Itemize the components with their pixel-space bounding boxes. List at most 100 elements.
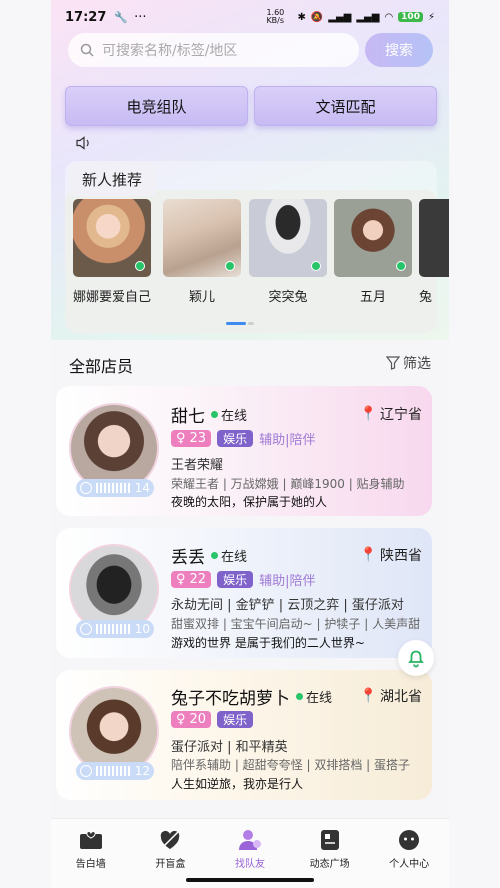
mute-icon: 🔕 xyxy=(310,11,324,23)
play-icon xyxy=(80,765,92,777)
age-tag: ♀ 20 xyxy=(171,711,212,728)
online-dot xyxy=(211,411,218,418)
bell-icon xyxy=(408,650,424,668)
signal-icon: ▂▄▆ xyxy=(328,11,352,23)
wrench-icon: 🔧 xyxy=(114,10,129,24)
role-tags: 辅助|陪伴 xyxy=(259,433,316,448)
location-label: 湖北省 xyxy=(380,689,422,705)
carousel-indicator-active xyxy=(226,322,246,325)
charging-icon: ⚡ xyxy=(427,11,435,23)
online-label: 在线 xyxy=(221,550,248,565)
staff-name: 兔子不吃胡萝卜 xyxy=(171,689,290,709)
waveform-icon xyxy=(96,624,131,634)
nav-label: 个人中心 xyxy=(389,859,430,870)
carousel-indicator xyxy=(248,322,254,325)
new-recommend-item[interactable]: 颖儿 xyxy=(163,199,241,305)
signal2-icon: ▂▄▆ xyxy=(356,11,380,23)
female-icon: ♀ xyxy=(176,431,186,446)
status-bar: 17:27 🔧 ··· 1.60 KB/s ✱ 🔕 ▂▄▆ ▂▄▆ ◠ 100 … xyxy=(51,0,449,34)
motto: 人生如逆旅，我亦是行人 xyxy=(171,777,304,791)
female-icon: ♀ xyxy=(176,572,186,587)
user-photo xyxy=(163,199,241,277)
voice-intro-button[interactable]: 10 xyxy=(76,620,154,638)
staff-name: 甜七 xyxy=(171,407,205,427)
new-recommend-item[interactable]: 突突兔 xyxy=(249,199,327,305)
online-dot xyxy=(396,261,406,271)
online-dot xyxy=(296,693,303,700)
age-label: 23 xyxy=(189,431,207,446)
location: 📍 辽宁省 xyxy=(360,404,422,424)
staff-card[interactable]: 14 甜七 在线 📍 辽宁省 ♀ 23 娱乐 辅助|陪伴 王者荣耀 荣耀王者 | 万… xyxy=(56,386,432,516)
motto: 夜晚的太阳，保护属于她的人 xyxy=(171,495,328,509)
voice-seconds: 10 xyxy=(134,622,150,636)
online-label: 在线 xyxy=(306,691,333,706)
status-time: 17:27 xyxy=(65,9,107,25)
new-recommend-name: 五月 xyxy=(359,290,386,305)
staff-card[interactable]: 10 丢丢 在线 📍 陕西省 ♀ 22 娱乐 辅助|陪伴 永劫无间 | 金铲铲 | … xyxy=(56,528,432,658)
blind-box-icon xyxy=(158,829,182,851)
user-photo xyxy=(419,199,449,277)
new-recommend-item[interactable]: 五月 xyxy=(334,199,412,305)
user-photo xyxy=(334,199,412,277)
online-label: 在线 xyxy=(221,409,248,424)
skills: 荣耀王者 | 万战嫦娥 | 巅峰1900 | 贴身辅助 xyxy=(171,477,405,491)
net-speed: 1.60 KB/s xyxy=(266,8,285,25)
filter-button[interactable]: 筛选 xyxy=(386,353,431,373)
nav-item-profile[interactable]: 个人中心 xyxy=(369,819,449,888)
new-recommend-name: 颖儿 xyxy=(188,290,215,305)
online-dot xyxy=(211,552,218,559)
online-status: 在线 xyxy=(296,687,332,706)
profile-icon xyxy=(397,829,421,851)
speaker-icon[interactable] xyxy=(76,136,92,150)
new-recommend-name: 娜娜要爱自己 xyxy=(73,290,152,305)
skills: 甜蜜双排 | 宝宝午间启动~ | 护犊子 | 人美声甜... xyxy=(171,617,421,631)
waveform-icon xyxy=(96,766,131,776)
filter-label: 筛选 xyxy=(403,356,431,372)
voice-seconds: 14 xyxy=(134,481,150,495)
location-label: 辽宁省 xyxy=(380,407,422,423)
filter-icon xyxy=(386,356,400,370)
nav-item-confession-wall[interactable]: 告白墙 xyxy=(51,819,131,888)
search-button[interactable]: 搜索 xyxy=(365,33,433,67)
app-screen: 17:27 🔧 ··· 1.60 KB/s ✱ 🔕 ▂▄▆ ▂▄▆ ◠ 100 … xyxy=(51,0,449,888)
home-indicator xyxy=(186,878,314,882)
voice-seconds: 12 xyxy=(134,764,150,778)
staff-name: 丢丢 xyxy=(171,548,205,568)
voice-intro-button[interactable]: 14 xyxy=(76,479,154,497)
new-recommend-item[interactable]: 兔 xyxy=(419,199,449,305)
online-dot xyxy=(311,261,321,271)
all-staff-title: 全部店员 xyxy=(69,357,134,376)
search-input[interactable]: 可搜索名称/标签/地区 xyxy=(68,33,359,67)
new-recommend-title: 新人推荐 xyxy=(69,162,155,196)
location-pin-icon: 📍 xyxy=(359,406,377,422)
age-tag: ♀ 23 xyxy=(171,430,212,447)
age-label: 20 xyxy=(189,712,207,727)
skills: 陪伴系辅助 | 超甜夸夸怪 | 双排搭档 | 蛋搭子 xyxy=(171,758,411,772)
role-tags: 辅助|陪伴 xyxy=(259,574,316,589)
search-placeholder: 可搜索名称/标签/地区 xyxy=(102,43,238,59)
more-dots-icon: ··· xyxy=(134,9,147,25)
games: 王者荣耀 xyxy=(171,458,224,473)
tab-esports-team[interactable]: 电竞组队 xyxy=(65,86,248,126)
voice-intro-button[interactable]: 12 xyxy=(76,762,154,780)
category-tag: 娱乐 xyxy=(217,430,254,447)
online-status: 在线 xyxy=(211,405,247,424)
wifi-icon: ◠ xyxy=(384,11,394,23)
new-recommend-item[interactable]: 娜娜要爱自己 xyxy=(73,199,151,305)
location-label: 陕西省 xyxy=(380,548,422,564)
location: 📍 陕西省 xyxy=(360,545,422,565)
motto: 游戏的世界 是属于我们的二人世界~ xyxy=(171,636,365,650)
notification-bell-button[interactable] xyxy=(398,640,434,676)
nav-label: 动态广场 xyxy=(309,859,350,870)
waveform-icon xyxy=(96,483,131,493)
tab-voice-match[interactable]: 文语匹配 xyxy=(254,86,437,126)
location-pin-icon: 📍 xyxy=(359,688,377,704)
play-icon xyxy=(80,623,92,635)
user-photo xyxy=(249,199,327,277)
category-tag: 娱乐 xyxy=(217,571,254,588)
staff-card[interactable]: 12 兔子不吃胡萝卜 在线 📍 湖北省 ♀ 20 娱乐 蛋仔派对 | 和平精英 陪伴… xyxy=(56,670,432,800)
heart-envelope-icon xyxy=(79,829,103,851)
online-dot xyxy=(225,261,235,271)
age-tag: ♀ 22 xyxy=(171,571,212,588)
location-pin-icon: 📍 xyxy=(359,547,377,563)
